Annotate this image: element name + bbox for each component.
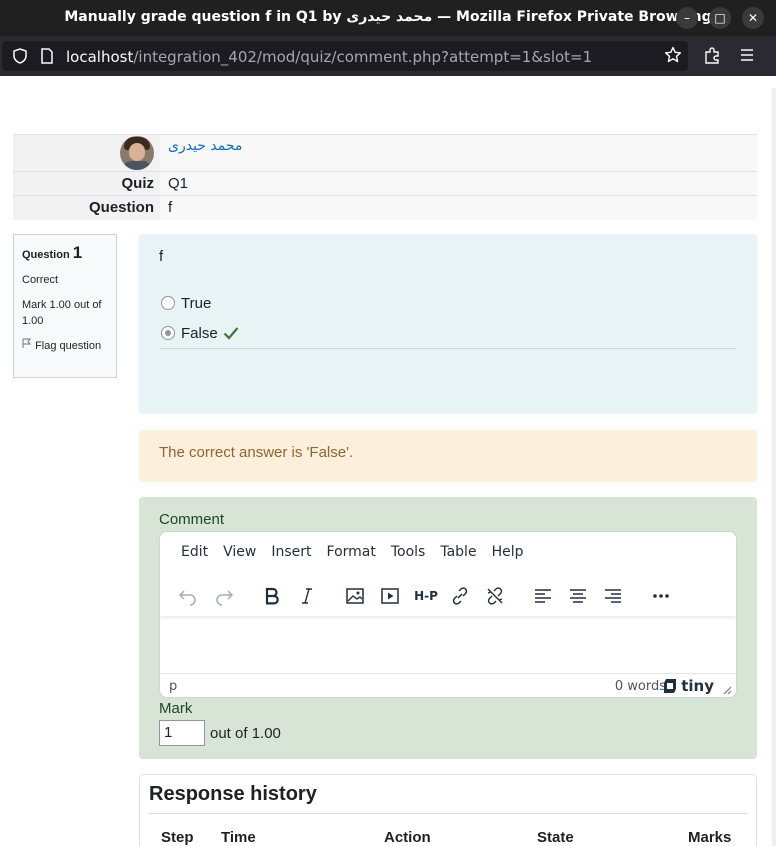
summary-row-question: Question f bbox=[13, 195, 757, 220]
radio-true[interactable] bbox=[161, 296, 175, 310]
minimize-button[interactable]: – bbox=[676, 7, 698, 29]
page-icon bbox=[40, 48, 54, 67]
window-titlebar: Manually grade question f in Q1 by محمد … bbox=[0, 0, 776, 36]
radio-false[interactable] bbox=[161, 326, 175, 340]
question-state: Correct bbox=[22, 274, 59, 286]
question-info: Question 1 Correct Mark 1.00 out of 1.00… bbox=[13, 234, 117, 378]
shield-icon[interactable] bbox=[12, 48, 28, 67]
url-host: localhost bbox=[66, 48, 134, 66]
user-name-link[interactable]: محمد حیدری bbox=[168, 138, 242, 154]
italic-icon[interactable] bbox=[295, 584, 319, 608]
image-icon[interactable] bbox=[343, 584, 367, 608]
summary-row-user: محمد حیدری bbox=[13, 134, 757, 172]
media-icon[interactable] bbox=[378, 584, 402, 608]
resize-handle-icon[interactable] bbox=[722, 684, 732, 697]
correct-check-icon bbox=[223, 326, 239, 340]
menu-tools[interactable]: Tools bbox=[391, 544, 426, 560]
tiny-logo[interactable]: tiny bbox=[662, 677, 714, 695]
close-button[interactable]: ✕ bbox=[742, 7, 764, 29]
editor-toolbar: H-P bbox=[160, 576, 736, 616]
page-scrollbar[interactable] bbox=[772, 88, 776, 846]
attempt-summary-table: محمد حیدری Quiz Q1 Question f bbox=[13, 134, 757, 220]
summary-row-quiz: Quiz Q1 bbox=[13, 171, 757, 196]
history-col-time: Time bbox=[221, 829, 256, 846]
more-icon[interactable] bbox=[649, 584, 673, 608]
page-content: محمد حیدری Quiz Q1 Question f Question 1… bbox=[0, 76, 776, 846]
bold-icon[interactable] bbox=[260, 584, 284, 608]
comment-label: Comment bbox=[159, 511, 225, 528]
avatar[interactable] bbox=[120, 136, 154, 170]
right-answer-feedback: The correct answer is 'False'. bbox=[139, 430, 757, 482]
element-path[interactable]: p bbox=[169, 679, 177, 694]
answer-option-true[interactable]: True bbox=[161, 291, 211, 315]
redo-icon[interactable] bbox=[212, 584, 236, 608]
bookmark-star-icon[interactable] bbox=[664, 46, 682, 67]
mark-out-of: out of 1.00 bbox=[210, 725, 281, 742]
quiz-value: Q1 bbox=[160, 171, 757, 196]
undo-icon[interactable] bbox=[176, 584, 200, 608]
answer-divider bbox=[159, 348, 737, 349]
extensions-icon[interactable] bbox=[703, 47, 721, 68]
menu-table[interactable]: Table bbox=[440, 544, 476, 560]
flag-question[interactable]: Flag question bbox=[22, 338, 108, 354]
url-path: /integration_402/mod/quiz/comment.php?at… bbox=[133, 48, 593, 66]
question-number: Question 1 bbox=[22, 243, 83, 262]
manual-grading-box: Comment Edit View Insert Format Tools Ta… bbox=[139, 497, 757, 759]
menu-insert[interactable]: Insert bbox=[271, 544, 311, 560]
unlink-icon[interactable] bbox=[483, 584, 507, 608]
history-divider bbox=[149, 813, 747, 814]
editor-menubar: Edit View Insert Format Tools Table Help bbox=[160, 532, 736, 572]
question-grade: Mark 1.00 out of 1.00 bbox=[22, 299, 102, 327]
word-count[interactable]: 0 words bbox=[615, 679, 666, 694]
history-col-marks: Marks bbox=[688, 829, 732, 846]
url-text[interactable]: localhost/integration_402/mod/quiz/comme… bbox=[66, 48, 592, 66]
answer-option-false[interactable]: False bbox=[161, 321, 239, 345]
mark-input[interactable]: 1 bbox=[159, 720, 205, 746]
url-bar[interactable]: localhost/integration_402/mod/quiz/comme… bbox=[2, 41, 688, 71]
menu-help[interactable]: Help bbox=[492, 544, 524, 560]
mark-label: Mark bbox=[159, 700, 193, 717]
menu-view[interactable]: View bbox=[223, 544, 256, 560]
history-col-state: State bbox=[537, 829, 574, 846]
comment-editor: Edit View Insert Format Tools Table Help… bbox=[159, 531, 737, 698]
h5p-icon[interactable]: H-P bbox=[412, 584, 440, 608]
menu-format[interactable]: Format bbox=[327, 544, 376, 560]
link-icon[interactable] bbox=[448, 584, 472, 608]
window-title: Manually grade question f in Q1 by محمد … bbox=[64, 9, 712, 25]
quiz-label: Quiz bbox=[13, 171, 160, 196]
question-formulation: f True False bbox=[139, 234, 757, 414]
question-label: Question bbox=[13, 195, 160, 220]
flag-icon[interactable] bbox=[22, 338, 32, 352]
response-history: Response history Step Time Action State … bbox=[139, 774, 757, 846]
comment-text-area[interactable] bbox=[160, 618, 736, 674]
history-col-action: Action bbox=[384, 829, 431, 846]
right-answer-text: The correct answer is 'False'. bbox=[159, 444, 354, 461]
menu-edit[interactable]: Edit bbox=[181, 544, 208, 560]
response-history-title: Response history bbox=[149, 783, 317, 805]
question-value: f bbox=[160, 195, 757, 220]
question-text: f bbox=[159, 248, 164, 265]
align-center-icon[interactable] bbox=[566, 584, 590, 608]
menu-icon[interactable] bbox=[739, 47, 755, 66]
editor-statusbar: p 0 words tiny bbox=[160, 673, 736, 697]
align-right-icon[interactable] bbox=[601, 584, 625, 608]
maximize-button[interactable]: □ bbox=[709, 7, 731, 29]
browser-toolbar: localhost/integration_402/mod/quiz/comme… bbox=[0, 36, 776, 76]
align-left-icon[interactable] bbox=[531, 584, 555, 608]
history-col-step: Step bbox=[161, 829, 194, 846]
